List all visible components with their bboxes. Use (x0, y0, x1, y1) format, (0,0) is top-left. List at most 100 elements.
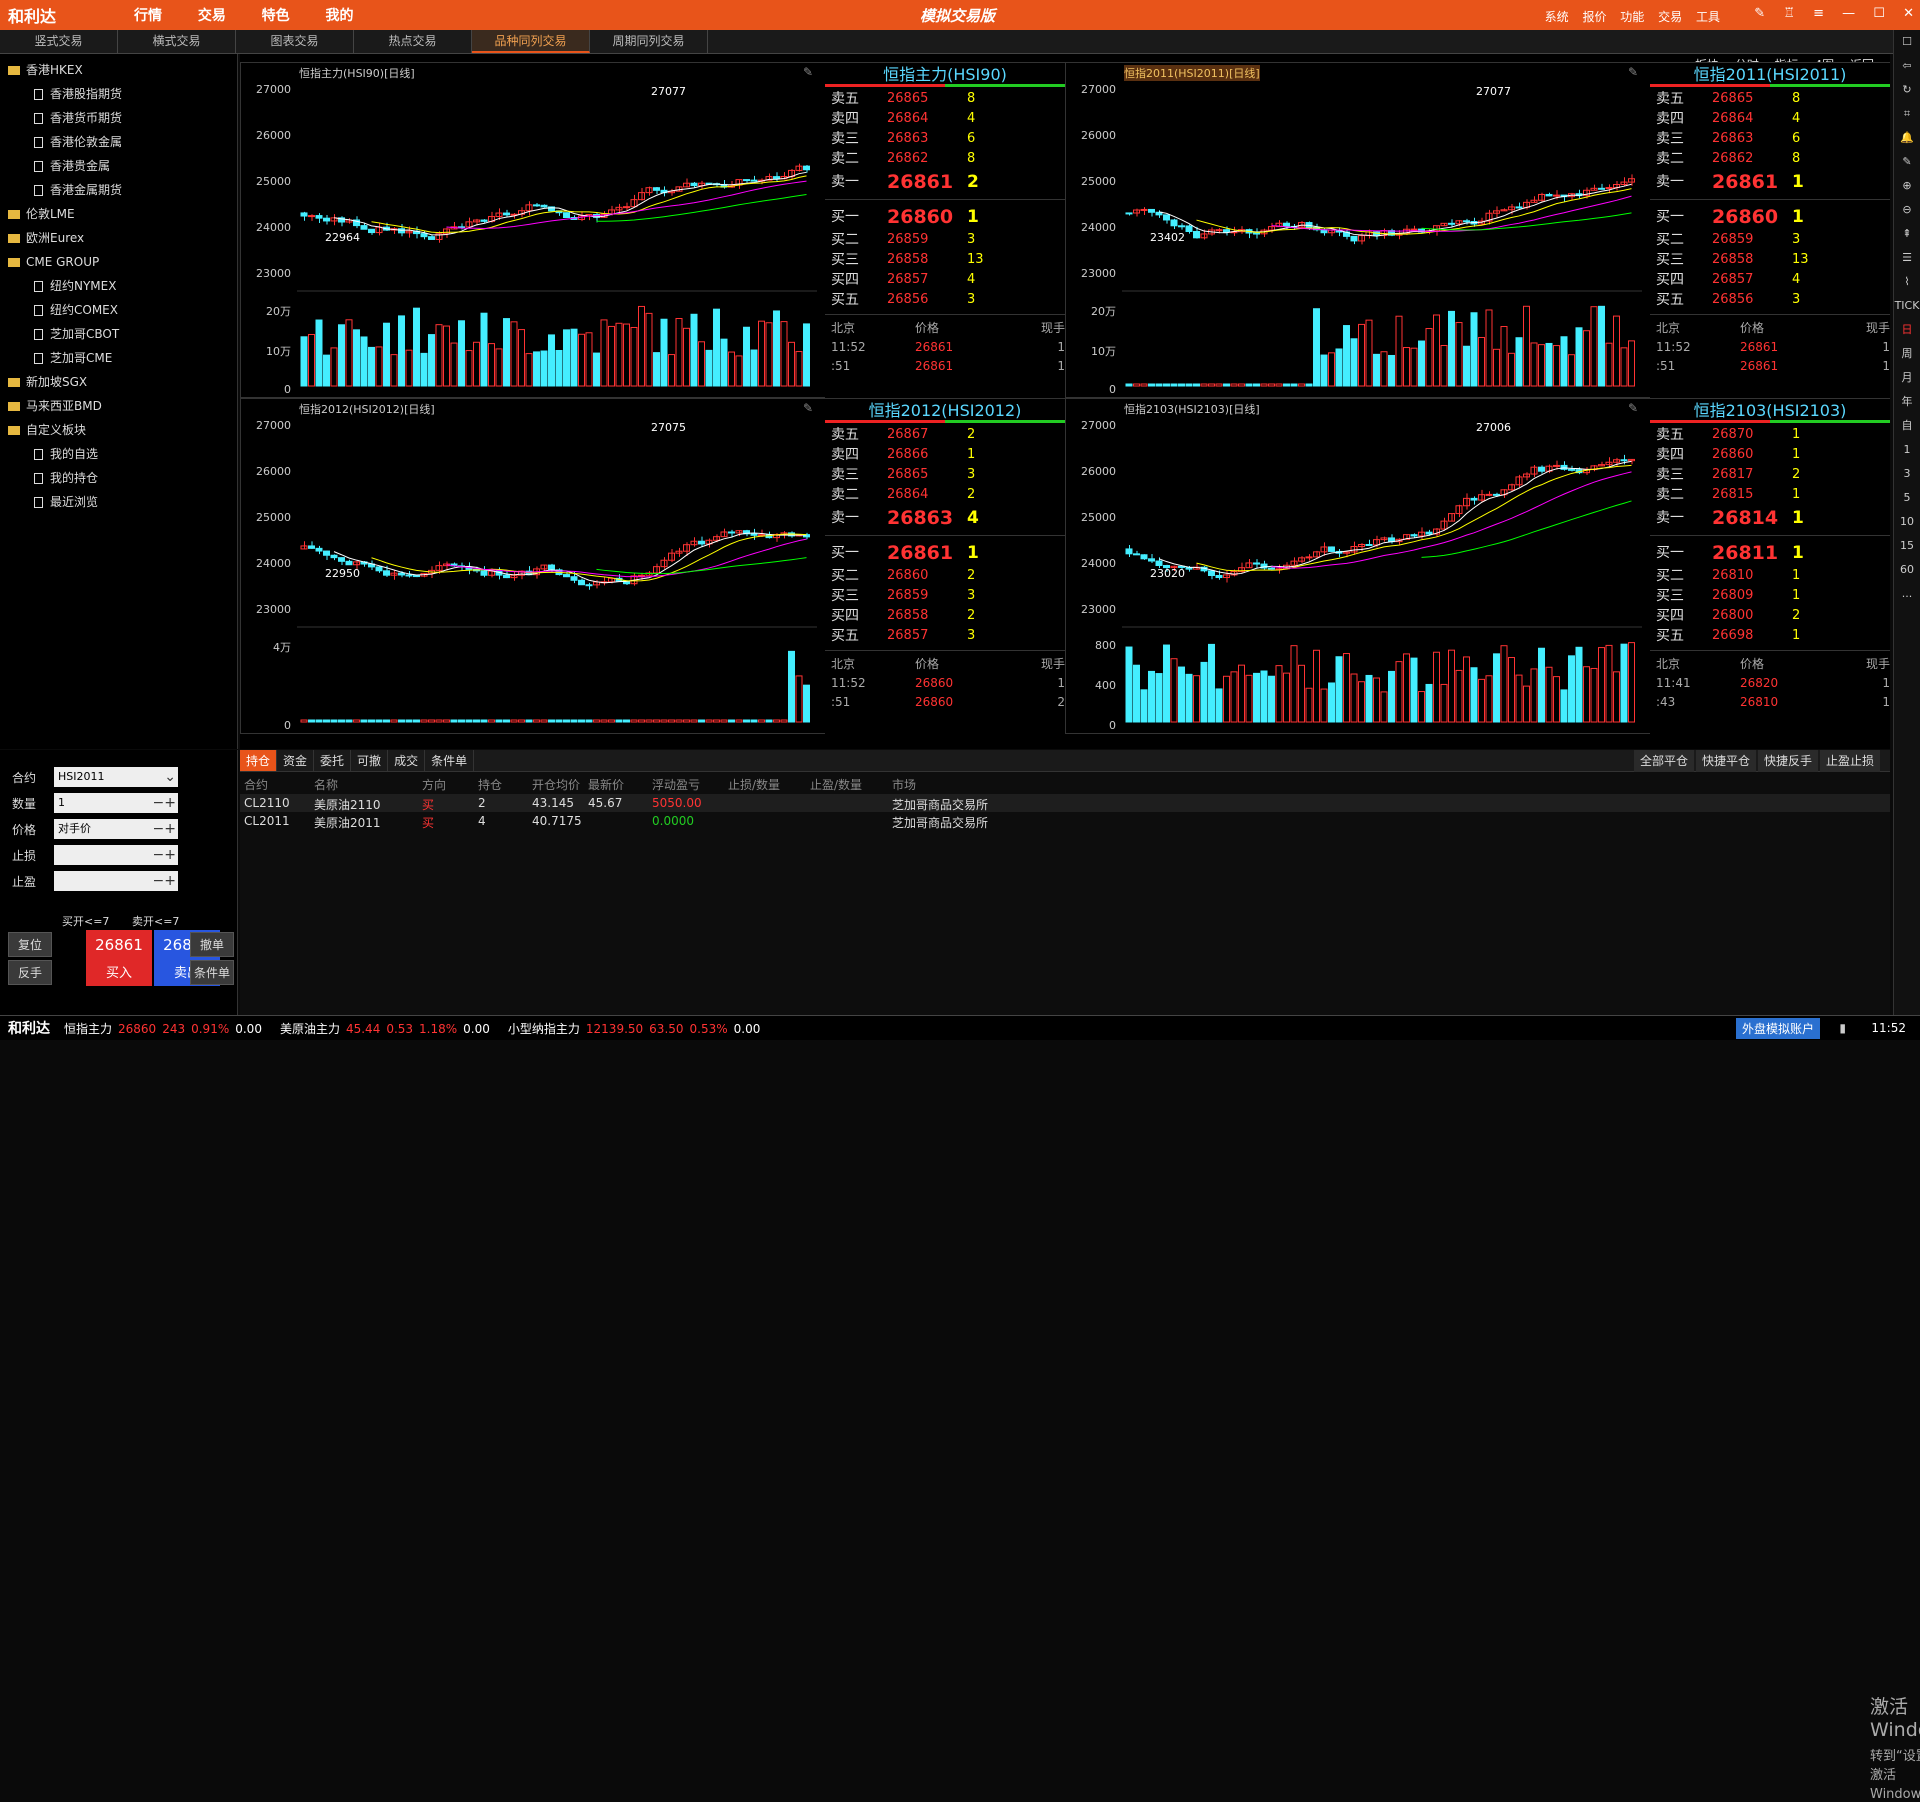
buy-level[interactable]: 买五 26857 3 (825, 626, 1065, 646)
tree-folder[interactable]: CME GROUP (0, 250, 237, 274)
tree-item[interactable]: 纽约COMEX (0, 298, 237, 322)
buy-level[interactable]: 买一 26811 1 (1650, 540, 1890, 566)
chart-title[interactable]: 恒指2012(HSI2012)[日线] (299, 401, 435, 417)
buy-level[interactable]: 买一 26860 1 (1650, 204, 1890, 230)
sell-level[interactable]: 卖三 26817 2 (1650, 465, 1890, 485)
tab-1[interactable]: 横式交易 (118, 30, 236, 53)
menu-icon[interactable]: ≡ (1813, 6, 1824, 21)
period-button[interactable]: 周 (1894, 342, 1920, 366)
chart-title[interactable]: 恒指2011(HSI2011)[日线] (1124, 65, 1260, 81)
tab-0[interactable]: 竖式交易 (0, 30, 118, 53)
buy-level[interactable]: 买三 26809 1 (1650, 586, 1890, 606)
positions-tab[interactable]: 资金 (277, 750, 315, 771)
chart-title[interactable]: 恒指2103(HSI2103)[日线] (1124, 401, 1260, 417)
reset-button[interactable]: 复位 (8, 932, 52, 957)
tab-3[interactable]: 热点交易 (354, 30, 472, 53)
period-button[interactable]: 5 (1894, 486, 1920, 510)
positions-tab[interactable]: 可撤 (351, 750, 389, 771)
period-button[interactable]: 1 (1894, 438, 1920, 462)
qty-stepper[interactable]: 1 −+ (54, 793, 178, 813)
period-button[interactable]: 月 (1894, 366, 1920, 390)
table-row[interactable]: CL2110 美原油2110 买 2 43.145 45.67 5050.00 芝加哥商品交易… (240, 794, 1890, 812)
period-button[interactable]: 3 (1894, 462, 1920, 486)
menu-quote[interactable]: 报价 (1582, 10, 1606, 24)
tab-4[interactable]: 品种同列交易 (472, 30, 590, 53)
sell-level[interactable]: 卖二 26815 1 (1650, 485, 1890, 505)
tree-folder[interactable]: 马来西亚BMD (0, 394, 237, 418)
buy-level[interactable]: 买五 26856 3 (825, 290, 1065, 310)
tree-item[interactable]: 我的持仓 (0, 466, 237, 490)
tree-item[interactable]: 最近浏览 (0, 490, 237, 514)
sell-level[interactable]: 卖一 26863 4 (825, 505, 1065, 531)
price-field[interactable]: 对手价 −+ (54, 819, 178, 839)
tree-item[interactable]: 纽约NYMEX (0, 274, 237, 298)
tool-icon[interactable]: ⊖ (1894, 198, 1920, 222)
buy-level[interactable]: 买五 26856 3 (1650, 290, 1890, 310)
sell-level[interactable]: 卖一 26861 1 (1650, 169, 1890, 195)
buy-level[interactable]: 买四 26857 4 (825, 270, 1065, 290)
column-header[interactable]: 浮动盈亏 (652, 776, 700, 793)
chart-title[interactable]: 恒指主力(HSI90)[日线] (299, 65, 415, 81)
tree-folder[interactable]: 伦敦LME (0, 202, 237, 226)
takeprofit-field[interactable]: −+ (54, 871, 178, 891)
position-action-button[interactable]: 止盈止损 (1819, 750, 1880, 772)
buy-level[interactable]: 买四 26800 2 (1650, 606, 1890, 626)
shirt-icon[interactable]: ♖ (1783, 6, 1795, 21)
sell-level[interactable]: 卖三 26865 3 (825, 465, 1065, 485)
kline-chart[interactable]: 27000 26000 25000 24000 23000 4万 0 27075 22950 ✎ (241, 401, 821, 735)
tree-item[interactable]: 芝加哥CBOT (0, 322, 237, 346)
buy-button[interactable]: 26861 买入 (86, 930, 152, 986)
pencil-icon[interactable]: ✎ (1628, 65, 1638, 79)
close-icon[interactable]: ✕ (1903, 6, 1914, 21)
sell-level[interactable]: 卖三 26863 6 (1650, 129, 1890, 149)
stoploss-field[interactable]: −+ (54, 845, 178, 865)
menu-function[interactable]: 功能 (1620, 10, 1644, 24)
buy-level[interactable]: 买二 26859 3 (825, 230, 1065, 250)
sell-level[interactable]: 卖二 26862 8 (825, 149, 1065, 169)
sell-level[interactable]: 卖二 26862 8 (1650, 149, 1890, 169)
tree-folder[interactable]: 新加坡SGX (0, 370, 237, 394)
contract-select[interactable]: HSI2011 ⌄ (54, 767, 178, 787)
period-button[interactable]: 年 (1894, 390, 1920, 414)
tree-item[interactable]: 香港贵金属 (0, 154, 237, 178)
column-header[interactable]: 合约 (244, 776, 268, 793)
column-header[interactable]: 最新价 (588, 776, 624, 793)
tool-icon[interactable]: ⌇ (1894, 270, 1920, 294)
column-header[interactable]: 止盈/数量 (810, 776, 862, 793)
tool-icon[interactable]: ⌗ (1894, 102, 1920, 126)
tree-item[interactable]: 芝加哥CME (0, 346, 237, 370)
column-header[interactable]: 持仓 (478, 776, 502, 793)
buy-level[interactable]: 买二 26860 2 (825, 566, 1065, 586)
column-header[interactable]: 方向 (422, 776, 446, 793)
pencil-icon[interactable]: ✎ (803, 401, 813, 415)
sell-level[interactable]: 卖五 26865 8 (1650, 89, 1890, 109)
conditional-order-button[interactable]: 条件单 (190, 960, 234, 985)
period-button[interactable]: 10 (1894, 510, 1920, 534)
buy-level[interactable]: 买一 26861 1 (825, 540, 1065, 566)
period-button[interactable]: 自 (1894, 414, 1920, 438)
tool-icon[interactable]: 🔔 (1894, 126, 1920, 150)
kline-chart[interactable]: 27000 26000 25000 24000 23000 20万 10万 0 27077 229… (241, 65, 821, 399)
tree-item[interactable]: 香港股指期货 (0, 82, 237, 106)
buy-level[interactable]: 买三 26858 13 (1650, 250, 1890, 270)
sell-level[interactable]: 卖五 26865 8 (825, 89, 1065, 109)
menu-special[interactable]: 特色 (262, 8, 290, 24)
menu-trade[interactable]: 交易 (198, 8, 226, 24)
positions-tab[interactable]: 成交 (388, 750, 426, 771)
column-header[interactable]: 开仓均价 (532, 776, 580, 793)
table-row[interactable]: CL2011 美原油2011 买 4 40.7175 0.0000 芝加哥商品交易所 (240, 812, 1890, 830)
tree-item[interactable]: 香港货币期货 (0, 106, 237, 130)
tool-icon[interactable]: ☐ (1894, 30, 1920, 54)
tree-folder[interactable]: 自定义板块 (0, 418, 237, 442)
sell-level[interactable]: 卖五 26867 2 (825, 425, 1065, 445)
positions-tab[interactable]: 委托 (314, 750, 352, 771)
buy-level[interactable]: 买三 26859 3 (825, 586, 1065, 606)
tab-2[interactable]: 图表交易 (236, 30, 354, 53)
tree-item[interactable]: 香港金属期货 (0, 178, 237, 202)
tree-folder[interactable]: 香港HKEX (0, 58, 237, 82)
period-button[interactable]: ... (1894, 582, 1920, 606)
buy-level[interactable]: 买二 26810 1 (1650, 566, 1890, 586)
buy-level[interactable]: 买四 26858 2 (825, 606, 1065, 626)
edit-icon[interactable]: ✎ (1754, 6, 1765, 21)
ticker-item[interactable]: 美原油主力 45.44 0.53 1.18% 0.00 (280, 1022, 490, 1036)
